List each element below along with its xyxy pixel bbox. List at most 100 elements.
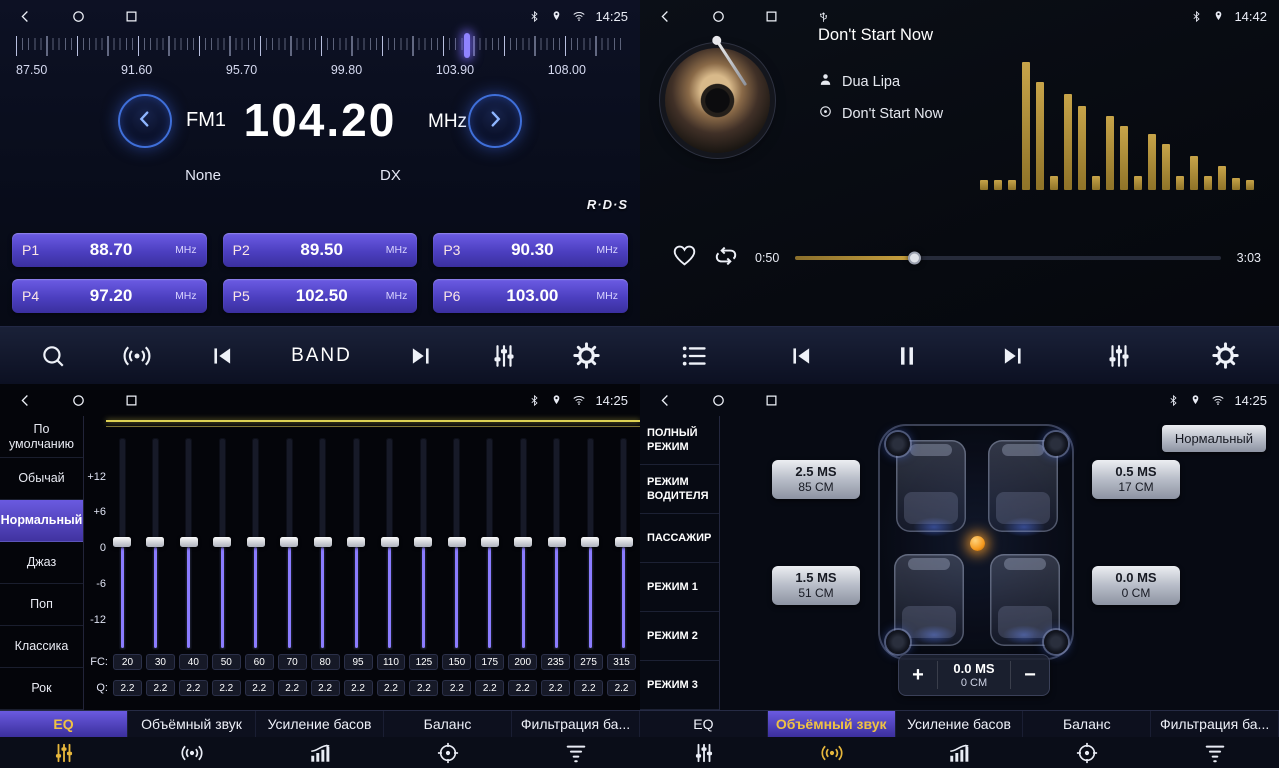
slider-handle[interactable] bbox=[381, 537, 399, 547]
fc-value[interactable]: 110 bbox=[377, 654, 406, 670]
slider-handle[interactable] bbox=[481, 537, 499, 547]
eq-preset-normal[interactable]: Нормальный bbox=[0, 500, 83, 542]
previous-icon[interactable] bbox=[209, 343, 235, 369]
fc-value[interactable]: 150 bbox=[442, 654, 471, 670]
surround-icon[interactable] bbox=[128, 737, 256, 768]
recents-icon[interactable] bbox=[124, 9, 139, 24]
slider-handle[interactable] bbox=[113, 537, 131, 547]
preset-button[interactable]: P4 97.20 MHz bbox=[12, 279, 207, 313]
repeat-icon[interactable] bbox=[713, 243, 739, 274]
q-value[interactable]: 2.2 bbox=[146, 680, 175, 696]
bass-boost-icon[interactable] bbox=[896, 737, 1024, 768]
recents-icon[interactable] bbox=[764, 393, 779, 408]
listening-position-marker[interactable] bbox=[970, 536, 985, 551]
favorite-icon[interactable] bbox=[672, 243, 697, 273]
filter-icon[interactable] bbox=[1151, 737, 1279, 768]
eq-band-slider[interactable] bbox=[547, 438, 567, 650]
preset-button[interactable]: P6 103.00 MHz bbox=[433, 279, 628, 313]
fc-value[interactable]: 315 bbox=[607, 654, 636, 670]
fc-value[interactable]: 30 bbox=[146, 654, 175, 670]
balance-icon[interactable] bbox=[384, 737, 512, 768]
tab-surround[interactable]: Объёмный звук bbox=[128, 711, 256, 737]
fc-value[interactable]: 200 bbox=[508, 654, 537, 670]
settings-icon[interactable] bbox=[1212, 342, 1239, 369]
front-right-delay-button[interactable]: 0.5 MS 17 CM bbox=[1092, 460, 1180, 499]
preset-button[interactable]: P1 88.70 MHz bbox=[12, 233, 207, 267]
preset-button[interactable]: P5 102.50 MHz bbox=[223, 279, 418, 313]
q-value[interactable]: 2.2 bbox=[409, 680, 438, 696]
frequency-indicator[interactable] bbox=[464, 33, 470, 58]
filter-icon[interactable] bbox=[512, 737, 640, 768]
surround-icon[interactable] bbox=[768, 737, 896, 768]
next-icon[interactable] bbox=[1000, 343, 1026, 369]
q-value[interactable]: 2.2 bbox=[574, 680, 603, 696]
rear-right-delay-button[interactable]: 0.0 MS 0 CM bbox=[1092, 566, 1180, 605]
eq-band-slider[interactable] bbox=[346, 438, 366, 650]
mode-2[interactable]: РЕЖИМ 2 bbox=[640, 612, 719, 661]
eq-band-slider[interactable] bbox=[279, 438, 299, 650]
preset-button[interactable]: P3 90.30 MHz bbox=[433, 233, 628, 267]
mode-3[interactable]: РЕЖИМ 3 bbox=[640, 661, 719, 710]
eq-icon[interactable] bbox=[0, 737, 128, 768]
back-icon[interactable] bbox=[18, 9, 33, 24]
q-value[interactable]: 2.2 bbox=[442, 680, 471, 696]
eq-preset-custom[interactable]: Обычай bbox=[0, 458, 83, 500]
eq-preset-pop[interactable]: Поп bbox=[0, 584, 83, 626]
eq-band-slider[interactable] bbox=[580, 438, 600, 650]
eq-preset-jazz[interactable]: Джаз bbox=[0, 542, 83, 584]
eq-band-slider[interactable] bbox=[246, 438, 266, 650]
q-value[interactable]: 2.2 bbox=[113, 680, 142, 696]
fc-value[interactable]: 60 bbox=[245, 654, 274, 670]
recents-icon[interactable] bbox=[764, 9, 779, 24]
q-value[interactable]: 2.2 bbox=[245, 680, 274, 696]
eq-band-slider[interactable] bbox=[447, 438, 467, 650]
slider-handle[interactable] bbox=[180, 537, 198, 547]
eq-band-slider[interactable] bbox=[614, 438, 634, 650]
eq-band-slider[interactable] bbox=[513, 438, 533, 650]
slider-handle[interactable] bbox=[280, 537, 298, 547]
album-art[interactable] bbox=[665, 48, 770, 153]
tune-up-button[interactable] bbox=[468, 94, 522, 148]
band-button[interactable]: BAND bbox=[291, 345, 352, 367]
eq-band-slider[interactable] bbox=[212, 438, 232, 650]
tab-filter[interactable]: Фильтрация ба... bbox=[1151, 711, 1279, 737]
home-icon[interactable] bbox=[711, 393, 726, 408]
fc-value[interactable]: 80 bbox=[311, 654, 340, 670]
frequency-ruler[interactable] bbox=[16, 36, 624, 56]
mode-passenger[interactable]: ПАССАЖИР bbox=[640, 514, 719, 563]
preset-button[interactable]: P2 89.50 MHz bbox=[223, 233, 418, 267]
eq-band-slider[interactable] bbox=[313, 438, 333, 650]
tuner-icon[interactable] bbox=[491, 343, 517, 369]
back-icon[interactable] bbox=[658, 9, 673, 24]
fc-value[interactable]: 40 bbox=[179, 654, 208, 670]
bass-boost-icon[interactable] bbox=[256, 737, 384, 768]
slider-handle[interactable] bbox=[247, 537, 265, 547]
fc-value[interactable]: 70 bbox=[278, 654, 307, 670]
tab-surround[interactable]: Объёмный звук bbox=[768, 711, 896, 737]
q-value[interactable]: 2.2 bbox=[377, 680, 406, 696]
q-value[interactable]: 2.2 bbox=[311, 680, 340, 696]
front-left-delay-button[interactable]: 2.5 MS 85 CM bbox=[772, 460, 860, 499]
slider-handle[interactable] bbox=[615, 537, 633, 547]
fc-value[interactable]: 175 bbox=[475, 654, 504, 670]
pause-icon[interactable] bbox=[894, 343, 920, 369]
slider-handle[interactable] bbox=[548, 537, 566, 547]
back-icon[interactable] bbox=[18, 393, 33, 408]
slider-handle[interactable] bbox=[314, 537, 332, 547]
tab-balance[interactable]: Баланс bbox=[1023, 711, 1151, 737]
fc-value[interactable]: 50 bbox=[212, 654, 241, 670]
tab-eq[interactable]: EQ bbox=[0, 711, 128, 737]
eq-preset-rock[interactable]: Рок bbox=[0, 668, 83, 710]
next-icon[interactable] bbox=[408, 343, 434, 369]
previous-icon[interactable] bbox=[788, 343, 814, 369]
fc-value[interactable]: 20 bbox=[113, 654, 142, 670]
eq-band-slider[interactable] bbox=[413, 438, 433, 650]
fc-value[interactable]: 235 bbox=[541, 654, 570, 670]
fc-value[interactable]: 275 bbox=[574, 654, 603, 670]
mode-1[interactable]: РЕЖИМ 1 bbox=[640, 563, 719, 612]
slider-handle[interactable] bbox=[213, 537, 231, 547]
eq-band-slider[interactable] bbox=[145, 438, 165, 650]
q-value[interactable]: 2.2 bbox=[212, 680, 241, 696]
broadcast-icon[interactable] bbox=[122, 341, 152, 371]
eq-preset-default[interactable]: По умолчанию bbox=[0, 416, 83, 458]
